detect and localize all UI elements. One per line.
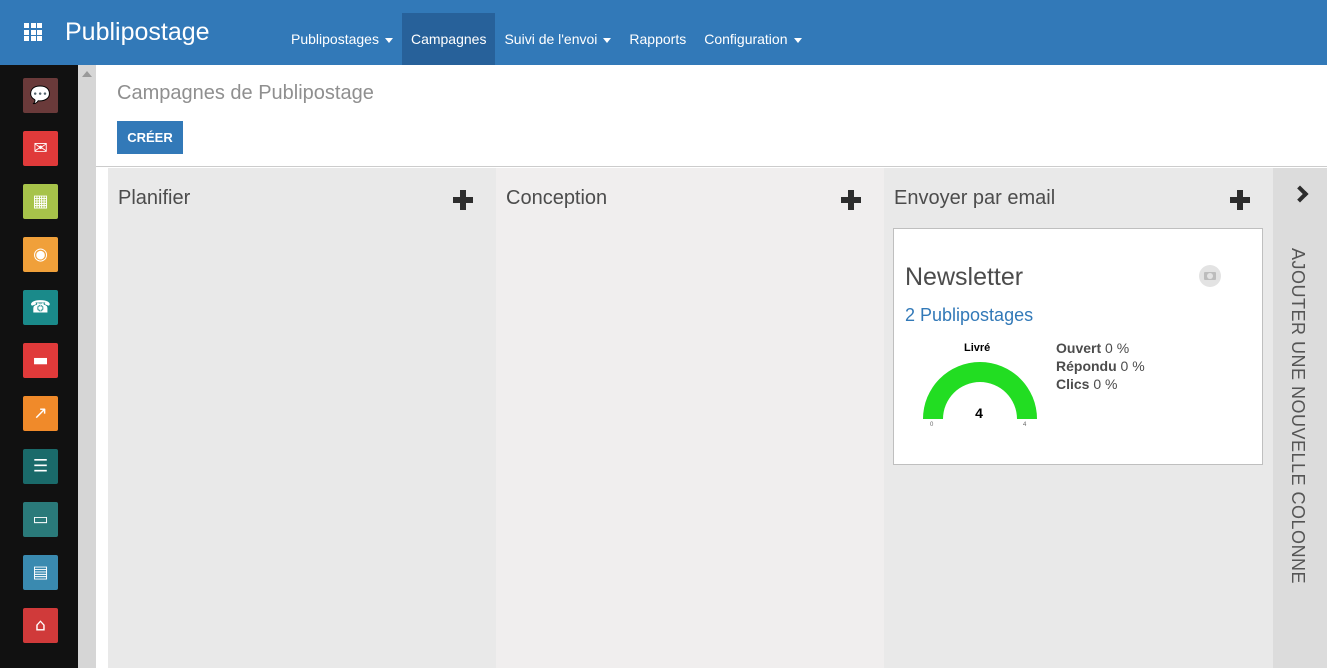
menu-label: Rapports	[629, 31, 687, 47]
control-panel: Campagnes de Publipostage CRÉER	[96, 65, 1327, 167]
kanban-column-planifier: Planifier	[108, 168, 496, 668]
sidebar-app-website[interactable]: ▭	[23, 502, 58, 537]
quick-create-plus-icon[interactable]	[1230, 190, 1250, 210]
sidebar-app-blog[interactable]: ☰	[23, 449, 58, 484]
kanban-view: Planifier Conception Envoyer par email N…	[96, 168, 1327, 668]
create-button[interactable]: CRÉER	[117, 121, 183, 154]
caret-down-icon	[603, 37, 612, 43]
sidebar-app-contacts[interactable]: ☎	[23, 290, 58, 325]
kanban-column-envoyer-email: Envoyer par email Newsletter 2 Publipost…	[884, 168, 1273, 668]
column-title: Envoyer par email	[894, 187, 1056, 209]
menu-label: Suivi de l'envoi	[504, 31, 598, 47]
menu-publipostages[interactable]: Publipostages	[282, 13, 402, 65]
mailings-count-link[interactable]: 2 Publipostages	[905, 305, 1033, 326]
caret-down-icon	[793, 37, 802, 43]
menu-configuration[interactable]: Configuration	[695, 13, 810, 65]
sidebar-app-reporting[interactable]: ↗	[23, 396, 58, 431]
folder-icon: ▬	[32, 350, 49, 370]
sidebar-app-events[interactable]: ◉	[23, 237, 58, 272]
kanban-column-conception: Conception	[496, 168, 884, 668]
camera-icon	[1199, 265, 1221, 287]
sidebar-app-discuss[interactable]: 💬	[23, 78, 58, 113]
app-sidebar: 💬 ✉ ▦ ◉ ☎ ▬ ↗ ☰ ▭ ▤ ⌂	[0, 65, 78, 668]
quick-create-plus-icon[interactable]	[841, 190, 861, 210]
column-title: Planifier	[118, 187, 191, 209]
menu-label: Publipostages	[291, 31, 379, 47]
gauge-value: 4	[975, 405, 983, 421]
menu-rapports[interactable]: Rapports	[620, 13, 695, 65]
add-column-panel[interactable]: AJOUTER UNE NOUVELLE COLONNE	[1273, 168, 1327, 668]
sidebar-app-company[interactable]: ⌂	[23, 608, 58, 643]
location-pin-icon: ◉	[33, 244, 48, 264]
stat-replied: Répondu 0 %	[1056, 358, 1145, 374]
chevron-right-icon	[1291, 185, 1309, 203]
gauge-max-label: 4	[1023, 422, 1027, 428]
apps-grid-icon[interactable]	[24, 23, 42, 41]
sidebar-scrollbar[interactable]	[78, 65, 96, 668]
column-title: Conception	[506, 187, 608, 209]
sidebar-app-documents[interactable]: ▬	[23, 343, 58, 378]
calendar-icon: ▦	[32, 191, 49, 211]
stat-opened: Ouvert 0 %	[1056, 340, 1130, 356]
app-brand: Publipostage	[65, 18, 210, 46]
gauge-label: Livré	[964, 342, 991, 354]
mail-envelope-icon: ✉	[33, 138, 48, 158]
menu-suivi-envoi[interactable]: Suivi de l'envoi	[495, 13, 620, 65]
stat-clicks: Clics 0 %	[1056, 376, 1118, 392]
newspaper-icon: ☰	[32, 456, 49, 476]
breadcrumb: Campagnes de Publipostage	[117, 82, 374, 104]
monitor-icon: ▭	[32, 509, 49, 529]
scroll-up-icon[interactable]	[82, 71, 92, 77]
main-menu: Publipostages Campagnes Suivi de l'envoi…	[282, 13, 811, 65]
discuss-chat-icon: 💬	[29, 85, 52, 105]
card-title: Newsletter	[905, 263, 1024, 291]
building-icon: ⌂	[35, 615, 46, 635]
sidebar-app-mail[interactable]: ✉	[23, 131, 58, 166]
card-stats: Ouvert 0 % Répondu 0 % Clics 0 %	[1056, 339, 1145, 393]
menu-campagnes[interactable]: Campagnes	[401, 13, 496, 65]
contacts-phone-icon: ☎	[29, 297, 52, 317]
gauge-min-label: 0	[930, 422, 934, 428]
card-icon: ▤	[32, 562, 49, 582]
sidebar-app-payment[interactable]: ▤	[23, 555, 58, 590]
menu-label: Configuration	[704, 31, 788, 47]
add-column-label: AJOUTER UNE NOUVELLE COLONNE	[1288, 248, 1308, 585]
caret-down-icon	[384, 37, 393, 43]
chart-trend-icon: ↗	[33, 403, 48, 423]
quick-create-plus-icon[interactable]	[453, 190, 473, 210]
kanban-card-newsletter[interactable]: Newsletter 2 Publipostages Livré 4 0 4 O…	[893, 228, 1263, 465]
menu-label: Campagnes	[410, 31, 487, 47]
sidebar-app-calendar[interactable]: ▦	[23, 184, 58, 219]
top-navbar: Publipostage Publipostages Campagnes Sui…	[0, 0, 1327, 65]
